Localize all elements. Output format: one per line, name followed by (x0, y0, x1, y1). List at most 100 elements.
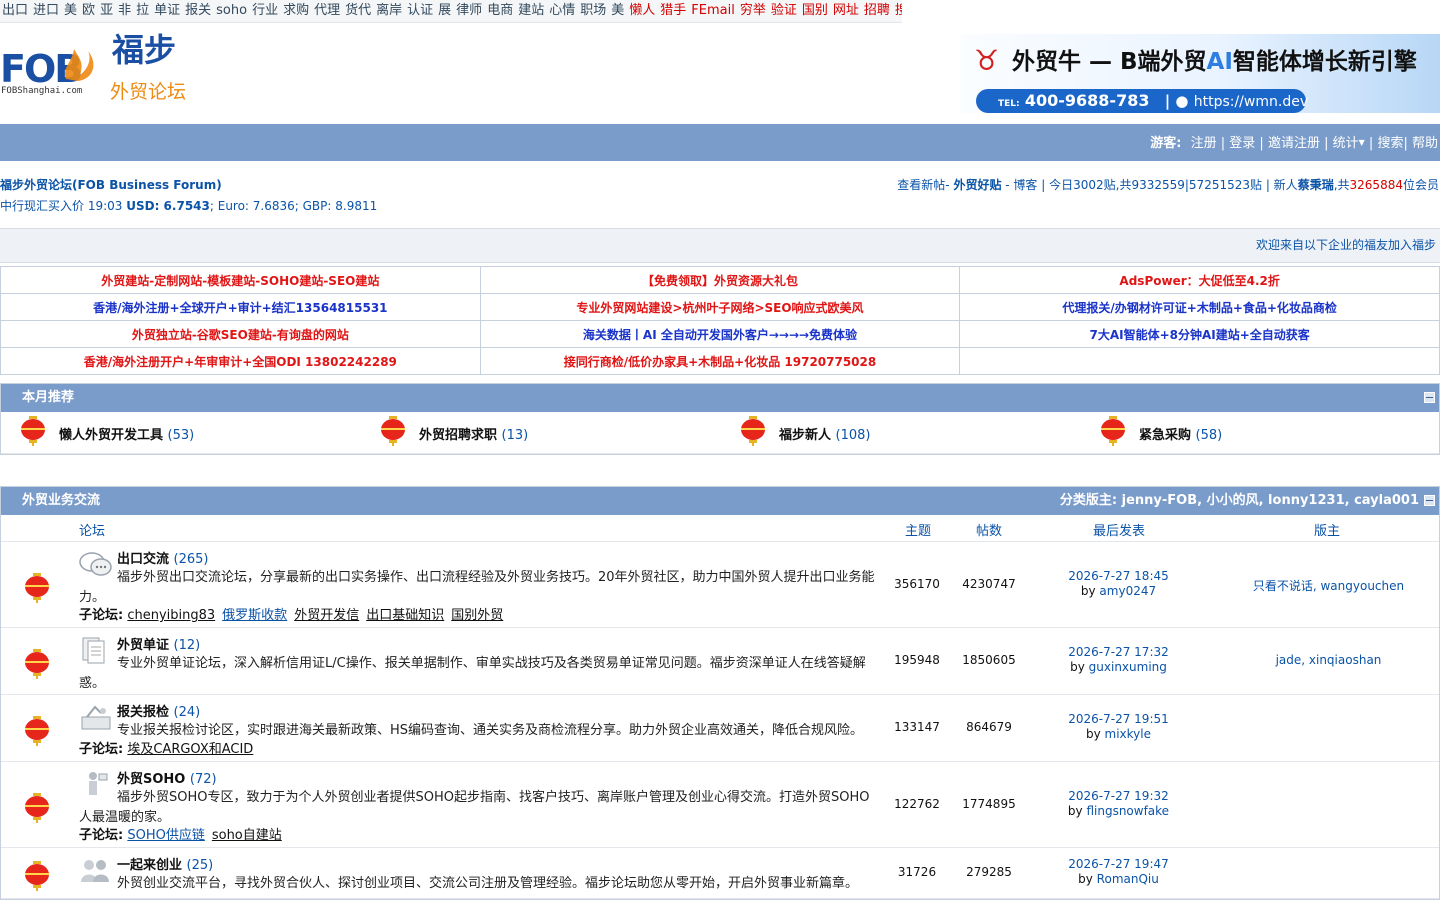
nav-item[interactable]: 出口 (2, 3, 28, 18)
subforum-link[interactable]: 外贸开发信 (294, 608, 359, 623)
forum-name-link[interactable]: 一起来创业 (117, 858, 182, 873)
last-post-date-link[interactable]: 2026-7-27 19:32 (1041, 789, 1196, 804)
collapse-icon[interactable] (1424, 495, 1435, 506)
forum-name-link[interactable]: 出口交流 (117, 552, 169, 567)
nav-item[interactable]: 心情 (549, 3, 575, 18)
nav-item[interactable]: 建站 (518, 3, 544, 18)
nav-item[interactable]: 拉 (136, 3, 149, 18)
forum-name-link[interactable]: 外贸单证 (117, 638, 169, 653)
forum-info: 福步外贸论坛(FOB Business Forum) 中行现汇买入价 19:03… (0, 161, 1440, 228)
login-link[interactable]: 登录 (1229, 136, 1255, 151)
ad-link[interactable]: 香港/海外注册+全球开户+审计+结汇13564815531 (0, 293, 481, 321)
nav-item[interactable]: 电商 (487, 3, 513, 18)
recommend-item-count: (13) (501, 428, 529, 443)
nav-item-tool[interactable]: 猎手 (660, 3, 686, 18)
nav-item-tool[interactable]: 懒人 (629, 3, 655, 18)
nav-item-tool[interactable]: FEmail (691, 3, 735, 18)
last-post-date-link[interactable]: 2026-7-27 19:47 (1041, 857, 1196, 872)
subforum-link[interactable]: SOHO供应链 (127, 828, 205, 843)
help-link[interactable]: 帮助 (1412, 136, 1438, 151)
search-link[interactable]: 搜索 (1377, 136, 1403, 151)
last-post-date-link[interactable]: 2026-7-27 19:51 (1041, 712, 1196, 727)
nav-item[interactable]: 美 (64, 3, 77, 18)
nav-item[interactable]: 单证 (154, 3, 180, 18)
site-logo[interactable]: FOB FOBShanghai.com 福步 外贸论坛 (0, 25, 200, 121)
recommend-item[interactable]: 紧急采购 (58) (1099, 416, 1429, 450)
collapse-icon[interactable] (1424, 392, 1435, 403)
nav-item-tool[interactable]: 搜 (895, 3, 902, 18)
nav-item[interactable]: 代理 (314, 3, 340, 18)
register-link[interactable]: 注册 (1191, 136, 1217, 151)
last-post-date-link[interactable]: 2026-7-27 18:45 (1041, 569, 1196, 584)
ad-link[interactable]: 接同行商检/低价办家具+木制品+化妆品 19720775028 (479, 347, 961, 375)
invite-register-link[interactable]: 邀请注册 (1268, 136, 1320, 151)
lantern-icon (23, 861, 51, 891)
nav-item-tool[interactable]: 国别 (802, 3, 828, 18)
stats-menu[interactable]: 统计▼ (1333, 136, 1365, 151)
nav-item[interactable]: 美 (611, 3, 624, 18)
nav-item-tool[interactable]: 网址 (833, 3, 859, 18)
nav-item[interactable]: 行业 (252, 3, 278, 18)
subforum-link[interactable]: chenyibing83 (127, 608, 215, 623)
recommend-item[interactable]: 福步新人 (108) (739, 416, 1069, 450)
forum-section-title[interactable]: 外贸业务交流 (22, 493, 100, 508)
mods-names[interactable]: jenny-FOB, 小小的风, lonny1231, cayla001 (1122, 493, 1419, 508)
new-member-link[interactable]: 蔡秉瑞 (1298, 178, 1334, 192)
ad-link[interactable]: 7大AI智能体+8分钟AI建站+全自动获客 (959, 320, 1440, 348)
forum-name-link[interactable]: 福步外贸论坛(FOB Business Forum) (0, 176, 222, 193)
last-post-author: by amy0247 (1041, 584, 1196, 599)
forum-moderators[interactable]: jade, xinqiaoshan (1216, 653, 1440, 667)
recommend-item-name: 外贸招聘求职 (419, 428, 498, 443)
ad-link[interactable]: 【免费领取】外贸资源大礼包 (479, 266, 961, 294)
forum-name-link[interactable]: 报关报检 (117, 705, 169, 720)
ad-banner[interactable]: ♉ 外贸牛 — B端外贸AI智能体增长新引擎 TEL: 400-9688-783… (960, 34, 1440, 113)
nav-item[interactable]: 报关 (185, 3, 211, 18)
nav-item[interactable]: 进口 (33, 3, 59, 18)
last-post-date-link[interactable]: 2026-7-27 17:32 (1041, 645, 1196, 660)
nav-item-tool[interactable]: 验证 (771, 3, 797, 18)
forum-title: 外贸SOHO (72) (117, 768, 217, 787)
nav-item[interactable]: 离岸 (376, 3, 402, 18)
forum-moderators[interactable]: 只看不说话, wangyouchen (1216, 577, 1440, 594)
subforum-link[interactable]: 国别外贸 (451, 608, 503, 623)
banner-title: 外贸牛 — B端外贸AI智能体增长新引擎 (1012, 42, 1417, 76)
post-count: 864679 (966, 720, 1012, 734)
ad-link[interactable]: AdsPower：大促低至4.2折 (959, 266, 1440, 294)
nav-item[interactable]: 律师 (456, 3, 482, 18)
last-post-user-link[interactable]: RomanQiu (1097, 872, 1159, 886)
nav-item[interactable]: 货代 (345, 3, 371, 18)
ad-link[interactable]: 外贸独立站-谷歌SEO建站-有询盘的网站 (0, 320, 481, 348)
nav-item[interactable]: 亚 (100, 3, 113, 18)
forum-name-link[interactable]: 外贸SOHO (117, 772, 185, 787)
new-posts-link[interactable]: 查看新帖- (897, 178, 953, 192)
ad-link[interactable]: 专业外贸网站建设>杭州叶子网络>SEO响应式欧美风 (479, 293, 961, 321)
user-bar: 游客: 注册 | 登录 | 邀请注册 | 统计▼ | 搜索| 帮助 (0, 124, 1440, 161)
last-post-user-link[interactable]: guxinxuming (1089, 660, 1167, 674)
ad-link[interactable]: 代理报关/办钢材许可证+木制品+食品+化妆品商检 (959, 293, 1440, 321)
last-post-user-link[interactable]: mixkyle (1105, 727, 1151, 741)
nav-item[interactable]: soho (216, 3, 247, 18)
subforum-link[interactable]: 俄罗斯收款 (222, 608, 287, 623)
nav-item-tool[interactable]: 招聘 (864, 3, 890, 18)
last-post-author: by RomanQiu (1041, 872, 1196, 887)
post-count: 279285 (966, 865, 1012, 879)
last-post-user-link[interactable]: flingsnowfake (1086, 804, 1169, 818)
nav-item[interactable]: 职场 (580, 3, 606, 18)
subforum-link[interactable]: 出口基础知识 (366, 608, 444, 623)
nav-item[interactable]: 展 (438, 3, 451, 18)
nav-item[interactable]: 非 (118, 3, 131, 18)
last-post-user-link[interactable]: amy0247 (1099, 584, 1156, 598)
subforum-link[interactable]: 埃及CARGOX和ACID (127, 742, 253, 757)
ad-link[interactable]: 海关数据丨AI 全自动开发国外客户→→→→免费体验 (479, 320, 961, 348)
recommend-item[interactable]: 懒人外贸开发工具 (53) (19, 416, 349, 450)
ad-link[interactable]: 香港/海外注册开户+年审审计+全国ODI 13802242289 (0, 347, 481, 375)
nav-item-tool[interactable]: 穷举 (740, 3, 766, 18)
nav-item[interactable]: 求购 (283, 3, 309, 18)
hot-posts-link[interactable]: 外贸好贴 (953, 178, 1001, 192)
col-topics: 主题 (905, 524, 932, 539)
nav-item[interactable]: 认证 (407, 3, 433, 18)
ad-link[interactable]: 外贸建站-定制网站-模板建站-SOHO建站-SEO建站 (0, 266, 481, 294)
recommend-item[interactable]: 外贸招聘求职 (13) (379, 416, 709, 450)
subforum-link[interactable]: soho自建站 (212, 828, 282, 843)
nav-item[interactable]: 欧 (82, 3, 95, 18)
